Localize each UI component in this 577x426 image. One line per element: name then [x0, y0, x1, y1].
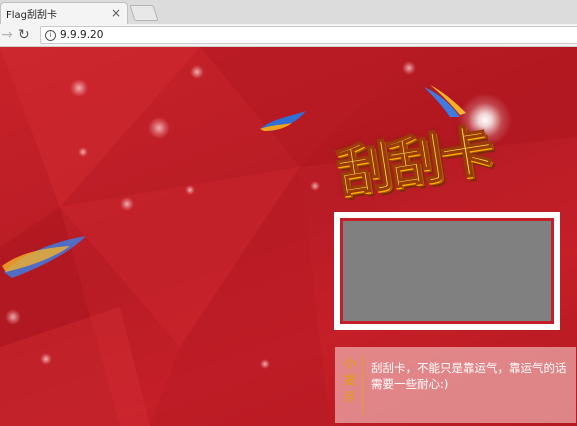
bokeh-dot	[310, 181, 320, 191]
tab-strip: Flag刮刮卡 ×	[0, 0, 577, 25]
close-icon[interactable]: ×	[111, 5, 121, 21]
scratch-area[interactable]	[343, 221, 551, 321]
scratch-card-frame	[334, 212, 560, 330]
forward-icon[interactable]: →	[1, 26, 13, 44]
ribbon-decoration	[2, 236, 86, 278]
tip-label: 小提示	[343, 356, 356, 404]
bokeh-dot	[40, 353, 52, 365]
bokeh-dot	[148, 117, 170, 139]
tip-text: 刮刮卡，不能只是靠运气，靠运气的话需要一些耐心:)	[371, 361, 567, 391]
bokeh-dot	[190, 65, 204, 79]
page-background: 刮刮卡 小提示 刮刮卡，不能只是靠运气，靠运气的话需要一些耐心:)	[0, 47, 577, 426]
info-icon[interactable]: i	[45, 30, 56, 41]
scratch-card-border	[340, 218, 554, 324]
tip-divider	[362, 355, 363, 415]
title-area: 刮刮卡	[332, 93, 554, 207]
bokeh-dot	[5, 309, 21, 325]
url-text[interactable]: 9.9.9.20	[60, 28, 103, 43]
address-bar[interactable]: i 9.9.9.20	[40, 26, 577, 44]
new-tab-icon[interactable]	[129, 5, 159, 21]
tip-box: 小提示 刮刮卡，不能只是靠运气，靠运气的话需要一些耐心:)	[335, 347, 576, 423]
browser-tab[interactable]: Flag刮刮卡 ×	[0, 2, 128, 24]
ribbon-decoration	[260, 111, 306, 131]
browser-toolbar: → ↻ i 9.9.9.20	[0, 24, 577, 47]
bokeh-dot	[402, 61, 416, 75]
tab-title: Flag刮刮卡	[6, 10, 58, 21]
bokeh-dot	[120, 197, 134, 211]
reload-icon[interactable]: ↻	[18, 26, 30, 44]
bokeh-dot	[70, 79, 88, 97]
bokeh-dot	[260, 359, 270, 369]
bokeh-dot	[78, 147, 88, 157]
page-title: 刮刮卡	[332, 117, 497, 205]
bokeh-dot	[185, 185, 195, 195]
